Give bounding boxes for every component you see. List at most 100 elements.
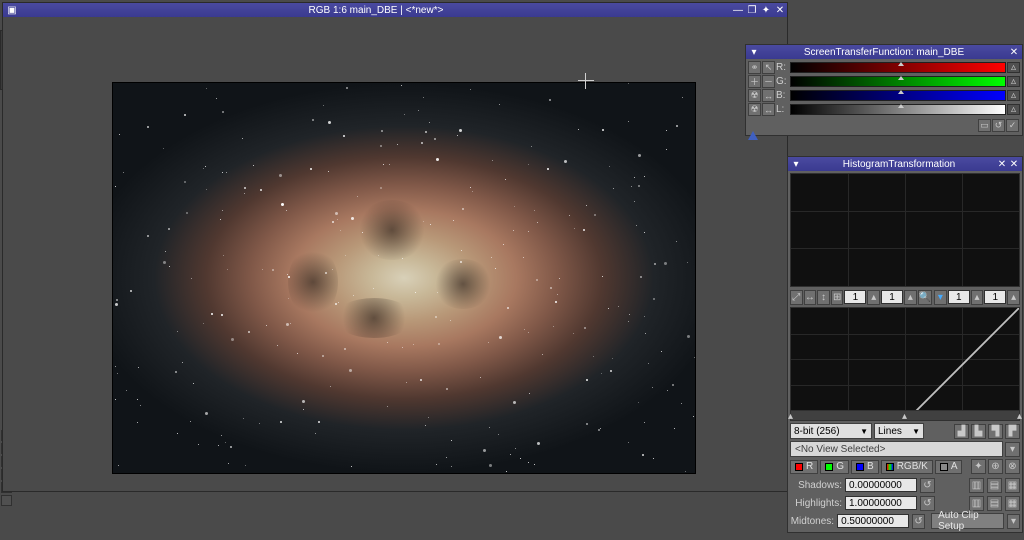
minimize-button[interactable]: —: [731, 5, 745, 16]
image-window-title: RGB 1:6 main_DBE | <*new*>: [21, 5, 731, 16]
channel-b[interactable]: B: [851, 460, 879, 474]
plot-mode-select[interactable]: Lines▼: [874, 423, 924, 439]
hist-body: ⤢ ↔ ↕ ⊞ ▴ ▴ 🔍 ▾ ▴ ▴ ▴ ▴: [788, 171, 1022, 532]
window-menu-icon[interactable]: ▣: [6, 4, 18, 16]
shadows-input[interactable]: [845, 478, 917, 492]
channel-a[interactable]: A: [935, 460, 963, 474]
reset-shadows-icon[interactable]: ↺: [920, 478, 935, 493]
zoom-y-input[interactable]: [881, 290, 903, 304]
zoom-out-icon[interactable]: －: [762, 75, 775, 88]
close-button[interactable]: ✕: [773, 5, 787, 16]
highlights-input[interactable]: [845, 496, 917, 510]
panel-close-icon[interactable]: ✕: [1008, 47, 1020, 58]
stf-end-b[interactable]: ▵: [1007, 90, 1020, 101]
link-icon[interactable]: ⚭: [748, 61, 761, 74]
midtones-input[interactable]: [837, 514, 909, 528]
zoom-v-icon[interactable]: ↕: [817, 290, 830, 305]
hist-opt3-icon[interactable]: ▜: [988, 424, 1003, 439]
zoom-tool-icon[interactable]: 🔍: [918, 290, 932, 305]
bit-depth-value: 8-bit (256): [794, 426, 840, 437]
stf-titlebar[interactable]: ▾ ScreenTransferFunction: main_DBE ✕: [746, 45, 1022, 59]
stf-doc-icon[interactable]: ▭: [978, 119, 991, 132]
stf-label-b: B:: [776, 90, 790, 101]
stf-bar-g[interactable]: [790, 76, 1006, 87]
shadows-opt3-icon[interactable]: ▦: [1005, 478, 1020, 493]
tool-strip-btn[interactable]: [1, 495, 12, 506]
pan-y-input[interactable]: [984, 290, 1006, 304]
stf-row-g: ＋－G:▵: [748, 75, 1020, 88]
autoclip-menu-icon[interactable]: ▾: [1007, 514, 1020, 529]
panel-pin-icon[interactable]: ✕: [996, 159, 1008, 170]
hist-opt1-icon[interactable]: ▟: [954, 424, 969, 439]
image-canvas[interactable]: [113, 83, 695, 473]
image-window-titlebar[interactable]: ▣ RGB 1:6 main_DBE | <*new*> — ❐ ✦ ✕: [3, 3, 787, 17]
reset-midtones-icon[interactable]: ↺: [912, 514, 925, 529]
reset-highlights-icon[interactable]: ↺: [920, 496, 935, 511]
auto-clip-button[interactable]: Auto Clip Setup: [931, 513, 1004, 529]
hist-opt2-icon[interactable]: ▙: [971, 424, 986, 439]
channel-g[interactable]: G: [820, 460, 849, 474]
stf-bar-b[interactable]: [790, 90, 1006, 101]
pan-x-input[interactable]: [948, 290, 970, 304]
histogram-graph[interactable]: [790, 173, 1020, 287]
zoom-11-icon[interactable]: ⊞: [831, 290, 844, 305]
highlights-opt3-icon[interactable]: ▦: [1005, 496, 1020, 511]
zoom-h-icon[interactable]: ↔: [804, 290, 817, 305]
midtone-slider-handle[interactable]: ▴: [902, 411, 907, 422]
highlights-opt1-icon[interactable]: ▥: [969, 496, 984, 511]
shadows-opt2-icon[interactable]: ▤: [987, 478, 1002, 493]
highlights-label: Highlights:: [790, 498, 842, 509]
stf-footer: ▭ ↺ ✓: [748, 118, 1020, 133]
hist-titlebar[interactable]: ▾ HistogramTransformation ✕ ✕: [788, 157, 1022, 171]
panel-shade-icon[interactable]: ▾: [790, 159, 802, 170]
highlights-opt2-icon[interactable]: ▤: [987, 496, 1002, 511]
stf-end-r[interactable]: ▵: [1007, 62, 1020, 73]
nuke-icon[interactable]: ☢: [748, 89, 761, 102]
view-selector[interactable]: <No View Selected>: [790, 441, 1003, 457]
stf-panel: ▾ ScreenTransferFunction: main_DBE ✕ ⚭↖R…: [745, 44, 1023, 136]
fit-icon[interactable]: ⤢: [790, 290, 803, 305]
view-menu-icon[interactable]: ▾: [1005, 442, 1020, 457]
shadows-opt1-icon[interactable]: ▥: [969, 478, 984, 493]
cursor-icon[interactable]: ↖: [762, 61, 775, 74]
stf-row-b: ☢↔B: ▵: [748, 89, 1020, 102]
zoom-x-input[interactable]: [844, 290, 866, 304]
plot-mode-value: Lines: [878, 426, 902, 437]
maximize-button[interactable]: ✦: [759, 5, 773, 16]
stepper-icon[interactable]: ▴: [867, 290, 880, 305]
channel-row: R G B RGB/K A ✦ ⊕ ⊗: [790, 459, 1020, 474]
highlight-slider-handle[interactable]: ▴: [1017, 411, 1022, 422]
stepper-icon[interactable]: ▴: [904, 290, 917, 305]
midtones-label: Midtones:: [790, 516, 834, 527]
channel-r[interactable]: R: [790, 460, 818, 474]
arrows-icon[interactable]: ↔: [762, 103, 775, 116]
pan-sync-icon[interactable]: ▾: [934, 290, 947, 305]
ch-opt2-icon[interactable]: ⊕: [988, 459, 1003, 474]
stf-reset-icon[interactable]: ↺: [992, 119, 1005, 132]
stf-end-g[interactable]: ▵: [1007, 76, 1020, 87]
stepper-icon[interactable]: ▴: [971, 290, 984, 305]
transfer-curve[interactable]: [790, 307, 1020, 411]
panel-shade-icon[interactable]: ▾: [748, 47, 760, 58]
curve-slider-track[interactable]: ▴ ▴ ▴: [790, 411, 1020, 421]
restore-button[interactable]: ❐: [745, 5, 759, 16]
zoom-in-icon[interactable]: ＋: [748, 75, 761, 88]
ch-opt1-icon[interactable]: ✦: [971, 459, 986, 474]
shadow-slider-handle[interactable]: ▴: [788, 411, 793, 422]
ch-opt3-icon[interactable]: ⊗: [1005, 459, 1020, 474]
new-instance-icon[interactable]: [748, 120, 758, 131]
stf-bar-r[interactable]: [790, 62, 1006, 73]
stf-check-icon[interactable]: ✓: [1006, 119, 1019, 132]
bit-depth-select[interactable]: 8-bit (256)▼: [790, 423, 872, 439]
hist-opt4-icon[interactable]: ▛: [1005, 424, 1020, 439]
hist-title: HistogramTransformation: [802, 159, 996, 170]
arrows-icon[interactable]: ↔: [762, 89, 775, 102]
nuke-icon[interactable]: ☢: [748, 103, 761, 116]
stf-bar-l[interactable]: [790, 104, 1006, 115]
shadows-label: Shadows:: [790, 480, 842, 491]
hist-zoom-toolbar: ⤢ ↔ ↕ ⊞ ▴ ▴ 🔍 ▾ ▴ ▴: [790, 289, 1020, 305]
stf-end-l[interactable]: ▵: [1007, 104, 1020, 115]
panel-close-icon[interactable]: ✕: [1008, 159, 1020, 170]
stepper-icon[interactable]: ▴: [1007, 290, 1020, 305]
channel-rgbk[interactable]: RGB/K: [881, 460, 933, 474]
